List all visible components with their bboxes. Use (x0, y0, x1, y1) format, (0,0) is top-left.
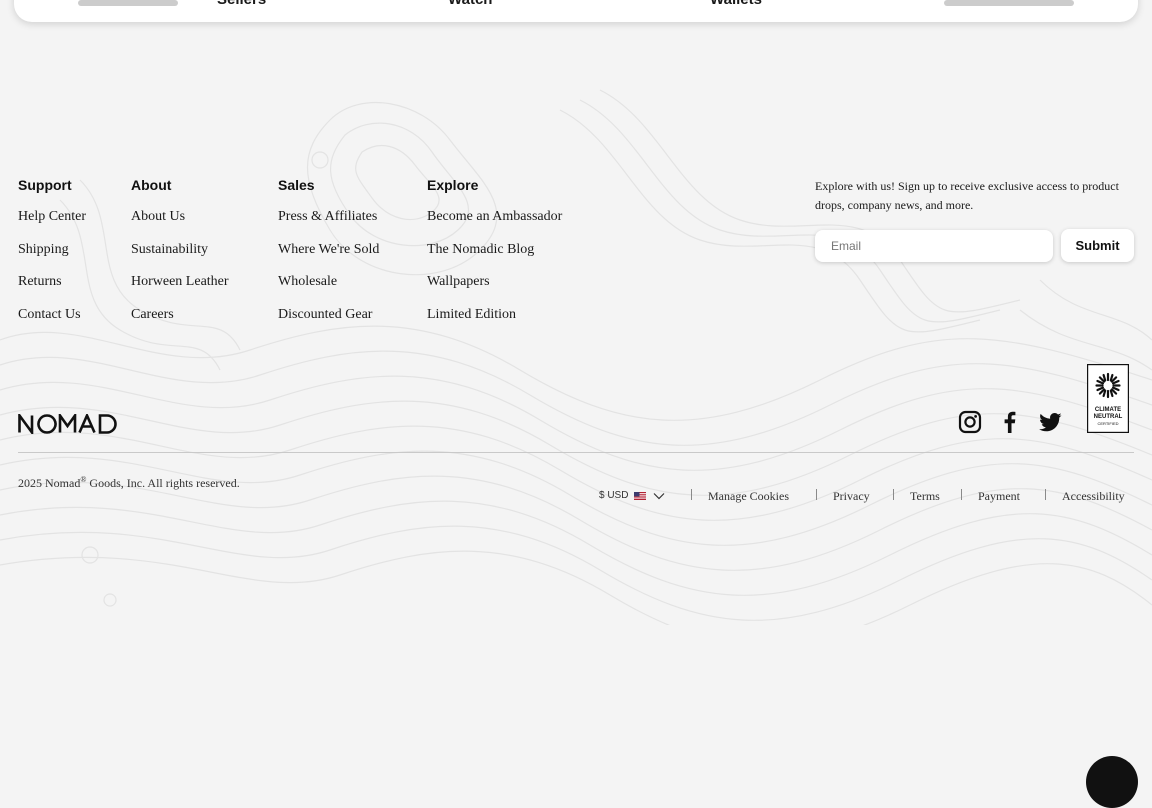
nav-item-wallets[interactable]: Wallets (710, 0, 762, 8)
nav-item-sellers[interactable]: Sellers (217, 0, 266, 8)
climate-neutral-badge[interactable]: CLIMATE NEUTRAL CERTIFIED (1087, 364, 1129, 434)
footer-column-support: Support Help Center Shipping Returns Con… (18, 176, 86, 338)
legal-separator (893, 489, 894, 500)
manage-cookies-link[interactable]: Manage Cookies (708, 489, 789, 504)
instagram-link[interactable] (958, 410, 982, 439)
legal-separator (816, 489, 817, 500)
submit-button[interactable]: Submit (1061, 229, 1134, 262)
footer-column-sales: Sales Press & Affiliates Where We're Sol… (278, 176, 379, 338)
footer-link-careers[interactable]: Careers (131, 306, 229, 324)
facebook-icon (1004, 411, 1016, 433)
nav-item-watch[interactable]: Watch (448, 0, 492, 8)
accessibility-link[interactable]: Accessibility (1062, 489, 1125, 504)
footer-link-wholesale[interactable]: Wholesale (278, 273, 379, 291)
footer-link-limited-edition[interactable]: Limited Edition (427, 306, 562, 324)
column-heading: Sales (278, 177, 315, 193)
currency-label: $ USD (599, 490, 629, 501)
footer-link-wallpapers[interactable]: Wallpapers (427, 273, 562, 291)
footer-column-about: About About Us Sustainability Horween Le… (131, 176, 229, 338)
svg-text:CLIMATE: CLIMATE (1095, 407, 1121, 413)
email-input[interactable] (829, 238, 1043, 254)
copyright-suffix: Goods, Inc. All rights reserved. (86, 476, 240, 490)
footer-link-horween-leather[interactable]: Horween Leather (131, 273, 229, 291)
svg-text:NEUTRAL: NEUTRAL (1094, 414, 1123, 420)
newsletter-description: Explore with us! Sign up to receive excl… (815, 179, 1119, 212)
us-flag-icon (634, 491, 647, 500)
column-heading: Support (18, 177, 72, 193)
legal-link-accessibility[interactable]: Accessibility (1062, 489, 1125, 504)
footer-link-nomadic-blog[interactable]: The Nomadic Blog (427, 241, 562, 259)
email-field-wrapper (815, 230, 1053, 262)
facebook-link[interactable] (1000, 410, 1020, 439)
footer-column-explore: Explore Become an Ambassador The Nomadic… (427, 176, 562, 338)
column-heading: Explore (427, 177, 479, 193)
privacy-link[interactable]: Privacy (833, 489, 870, 504)
footer-divider (18, 452, 1134, 453)
nav-item-partial (944, 0, 1074, 6)
terms-link[interactable]: Terms (910, 489, 940, 504)
top-navigation-card: Sellers Watch Wallets (14, 0, 1138, 22)
nomad-logo[interactable] (18, 411, 119, 439)
footer-link-about-us[interactable]: About Us (131, 208, 229, 226)
column-heading: About (131, 177, 172, 193)
footer-link-discounted-gear[interactable]: Discounted Gear (278, 306, 379, 324)
legal-separator (1045, 489, 1046, 500)
chat-launcher-button[interactable] (1086, 756, 1138, 808)
legal-link-payment[interactable]: Payment (978, 489, 1020, 504)
topographic-background (0, 89, 1152, 625)
legal-link-manage-cookies[interactable]: Manage Cookies (708, 489, 789, 504)
payment-link[interactable]: Payment (978, 489, 1020, 504)
climate-neutral-icon: CLIMATE NEUTRAL CERTIFIED (1087, 364, 1129, 434)
footer-link-press-affiliates[interactable]: Press & Affiliates (278, 208, 379, 226)
twitter-icon (1039, 413, 1062, 432)
legal-link-privacy[interactable]: Privacy (833, 489, 870, 504)
footer-link-shipping[interactable]: Shipping (18, 241, 86, 259)
svg-text:CERTIFIED: CERTIFIED (1097, 421, 1118, 426)
legal-separator (691, 489, 692, 500)
footer-link-returns[interactable]: Returns (18, 273, 86, 291)
nav-item-partial (78, 0, 178, 6)
footer-link-contact-us[interactable]: Contact Us (18, 306, 86, 324)
copyright-text: 2025 Nomad® Goods, Inc. All rights reser… (18, 475, 240, 491)
footer-link-ambassador[interactable]: Become an Ambassador (427, 208, 562, 226)
footer-link-where-sold[interactable]: Where We're Sold (278, 241, 379, 259)
nomad-wordmark-icon (18, 411, 117, 437)
footer-link-help-center[interactable]: Help Center (18, 208, 86, 226)
twitter-link[interactable] (1038, 410, 1063, 439)
footer-link-sustainability[interactable]: Sustainability (131, 241, 229, 259)
chevron-down-icon (654, 492, 665, 499)
copyright-prefix: 2025 Nomad (18, 476, 81, 490)
legal-separator (961, 489, 962, 500)
currency-selector[interactable]: $ USD (599, 490, 665, 501)
legal-link-terms[interactable]: Terms (910, 489, 940, 504)
instagram-icon (958, 410, 982, 434)
